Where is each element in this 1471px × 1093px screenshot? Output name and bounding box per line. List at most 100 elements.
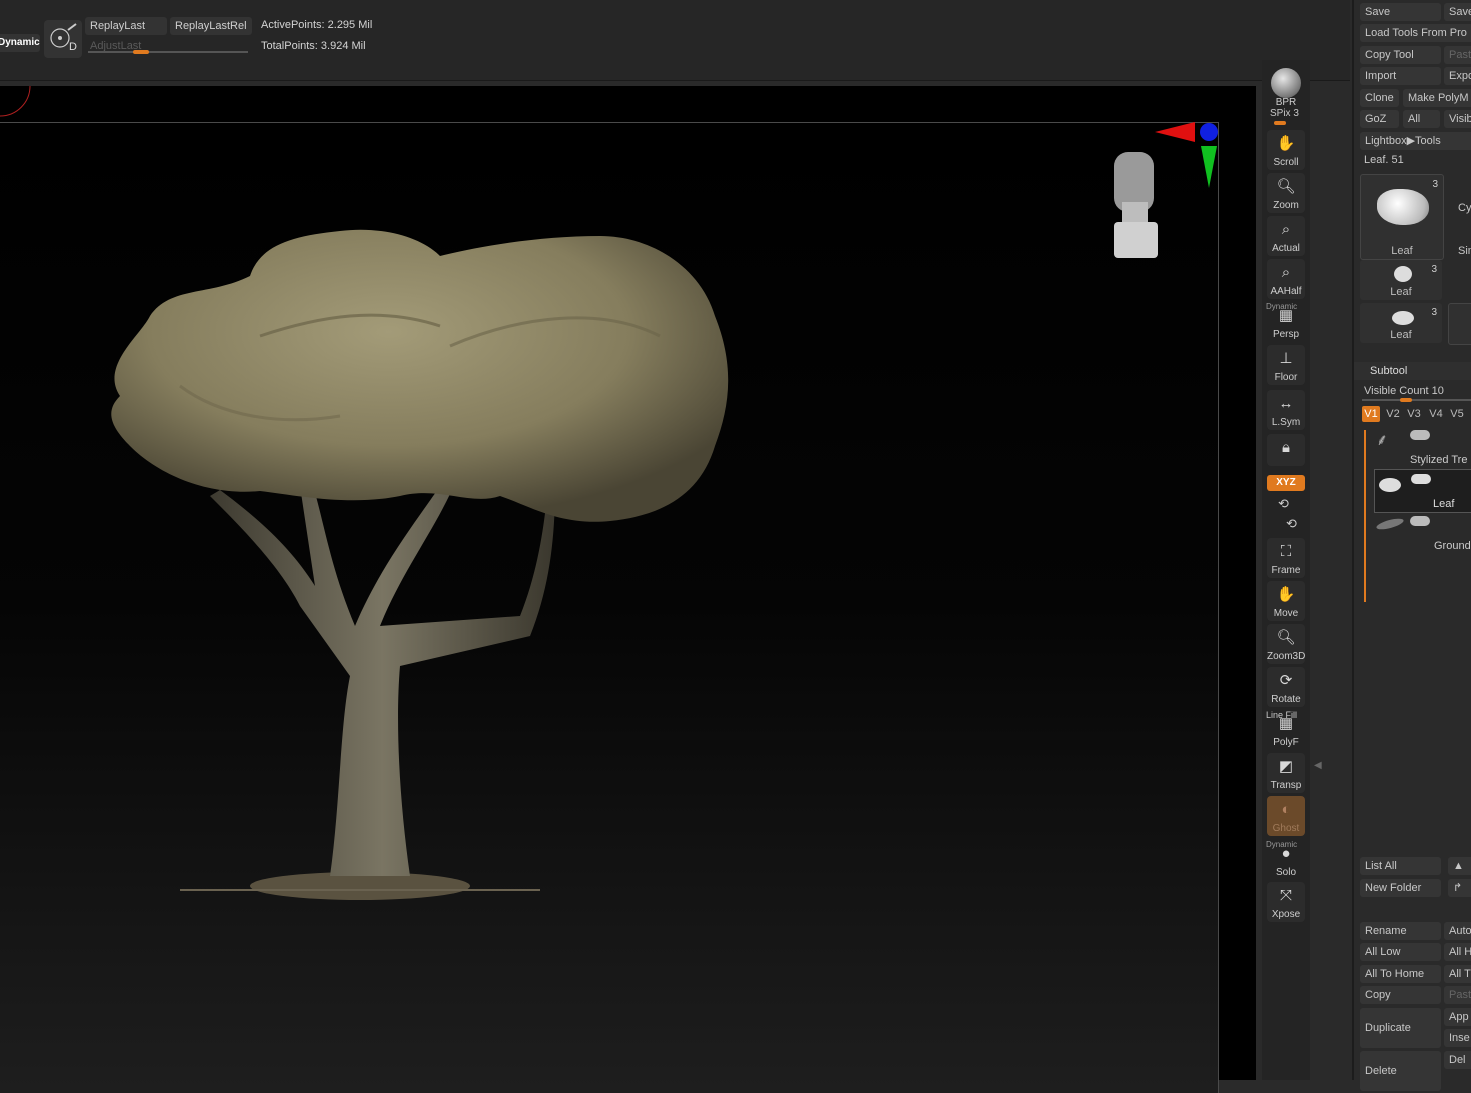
all-to-target-button[interactable]: All T [1444,965,1471,983]
append-button[interactable]: App [1444,1008,1471,1026]
goz-all-button[interactable]: All [1403,110,1440,128]
aahalf-button[interactable]: ⌕ AAHalf [1267,259,1305,299]
dynamic-label: Dynamic [0,37,40,48]
zoom-button[interactable]: 🔍︎ Zoom [1267,173,1305,213]
visibility-toggle-icon[interactable] [1411,474,1431,484]
tool-thumb-count: 3 [1431,307,1437,318]
subtool-item-label: Stylized Tre [1410,454,1468,466]
del-other-button[interactable]: Del [1444,1051,1471,1069]
xpose-button[interactable]: ⤧ Xpose [1267,882,1305,922]
brush-icon[interactable]: D [44,20,82,58]
xyz-button[interactable]: XYZ [1267,475,1305,491]
frame-button[interactable]: ⛶ Frame [1267,538,1305,578]
rotate-icon: ⟳ [1279,672,1293,689]
subtool-list-scrollbar[interactable] [1364,430,1366,602]
visible-count-slider-knob[interactable] [1400,398,1412,402]
floor-button[interactable]: ⊥ Floor [1267,345,1305,385]
visible-count-slider[interactable] [1362,399,1471,401]
tab-v1[interactable]: V1 [1362,406,1380,422]
export-button[interactable]: Expo [1444,67,1471,85]
zoom3d-label: Zoom3D [1267,651,1306,662]
copy-tool-button[interactable]: Copy Tool [1360,46,1441,64]
actual-button[interactable]: ⌕ Actual [1267,216,1305,256]
floor-icon: ⊥ [1279,350,1293,367]
tool-side-label-sim: Sim [1458,245,1471,257]
zoom3d-button[interactable]: 🔍︎ Zoom3D [1267,624,1305,664]
visible-count-label[interactable]: Visible Count 10 [1364,385,1444,397]
rotate-button[interactable]: ⟳ Rotate [1267,667,1305,707]
bpr-button[interactable]: BPR [1267,66,1305,108]
adjust-last-slider-knob[interactable] [132,50,149,54]
paste-tool-button[interactable]: Past [1444,46,1471,64]
ghost-button[interactable]: ◐ Ghost [1267,796,1305,836]
zoom3d-icon: 🔍︎ [1276,629,1296,646]
lightbox-tools-button[interactable]: Lightbox▶Tools [1360,132,1471,150]
new-folder-button[interactable]: New Folder [1360,879,1441,897]
adjust-last-slider[interactable] [88,51,248,53]
list-all-button[interactable]: List All [1360,857,1441,875]
lock-button[interactable]: 🔒︎ [1267,434,1305,466]
xpose-icon: ⤧ [1279,887,1292,904]
tool-thumb-leaf-large[interactable]: 3 Leaf [1360,174,1444,260]
persp-button[interactable]: ▦ Persp [1267,302,1305,342]
polyf-button[interactable]: ▦ PolyF [1267,710,1305,750]
scroll-button[interactable]: ✋ Scroll [1267,130,1305,170]
tool-thumb-name: Leaf [1390,286,1412,298]
rename-button[interactable]: Rename [1360,922,1441,940]
document-viewport[interactable] [0,86,1256,1093]
transparency-icon: ◩ [1278,758,1294,775]
goz-visible-button[interactable]: Visib [1444,110,1471,128]
subtool-title: Subtool [1370,365,1408,377]
subtool-header[interactable]: Subtool [1354,362,1471,380]
redo-arrow-icon[interactable]: ↱ [1448,879,1471,897]
duplicate-button[interactable]: Duplicate [1360,1008,1441,1048]
insert-button[interactable]: Inse [1444,1029,1471,1047]
move-button[interactable]: ✋ Move [1267,581,1305,621]
tree-model [111,229,729,900]
leaf-thumb-icon [1379,478,1401,492]
auto-reorder-button[interactable]: Auto [1444,922,1471,940]
tab-v3[interactable]: V3 [1405,406,1423,422]
tool-thumb-leaf-small-2[interactable]: 3 Leaf [1360,303,1442,343]
save-button[interactable]: Save [1360,3,1441,21]
subtool-item-leaf[interactable]: Leaf [1374,469,1471,513]
tab-v4[interactable]: V4 [1427,406,1445,422]
lsym-button[interactable]: ↔ L.Sym [1267,390,1305,430]
tab-v5[interactable]: V5 [1448,406,1466,422]
tool-thumb-leaf-small-1[interactable]: 3 Leaf [1360,260,1442,300]
palette-collapse-arrow[interactable]: ◀ [1314,760,1322,771]
visibility-toggle-icon[interactable] [1410,430,1430,440]
import-button[interactable]: Import [1360,67,1441,85]
spix-slider-knob[interactable] [1274,121,1286,125]
lsym-label: L.Sym [1271,417,1301,428]
visibility-toggle-icon[interactable] [1410,516,1430,526]
spix-label[interactable]: SPix 3 [1270,108,1299,119]
move-up-arrow-icon[interactable]: ▲ [1448,857,1471,875]
save-as-button[interactable]: Save [1444,3,1471,21]
load-tools-button[interactable]: Load Tools From Pro [1360,24,1471,42]
navigation-head-gizmo[interactable] [1100,122,1225,262]
total-points-readout: TotalPoints: 3.924 Mil [261,40,366,52]
make-polymesh-button[interactable]: Make PolyM [1403,89,1471,107]
delete-button[interactable]: Delete [1360,1051,1441,1091]
subtool-item-stylized-tree[interactable]: ⸙ Stylized Tre [1372,426,1471,468]
symmetry-icon: ↔ [1278,395,1294,412]
all-low-button[interactable]: All Low [1360,943,1441,961]
rotate-y-icon[interactable]: ⟲ [1278,496,1289,512]
copy-button[interactable]: Copy [1360,986,1441,1004]
clone-button[interactable]: Clone [1360,89,1399,107]
paste-button[interactable]: Past [1444,986,1471,1004]
rotate-z-icon[interactable]: ⟲ [1286,516,1297,532]
all-to-home-button[interactable]: All To Home [1360,965,1441,983]
tool-thumb-extra[interactable] [1448,303,1471,345]
dynamic-button[interactable]: Dynamic [0,34,40,52]
solo-button[interactable]: ● Solo [1267,840,1305,880]
replay-last-rel-button[interactable]: ReplayLastRel [170,17,252,35]
all-high-button[interactable]: All H [1444,943,1471,961]
goz-button[interactable]: GoZ [1360,110,1399,128]
subtool-item-ground[interactable]: Ground [1372,512,1471,554]
current-tool-label: Leaf. 51 [1364,154,1404,166]
transp-button[interactable]: ◩ Transp [1267,753,1305,793]
replay-last-button[interactable]: ReplayLast [85,17,167,35]
tab-v2[interactable]: V2 [1384,406,1402,422]
